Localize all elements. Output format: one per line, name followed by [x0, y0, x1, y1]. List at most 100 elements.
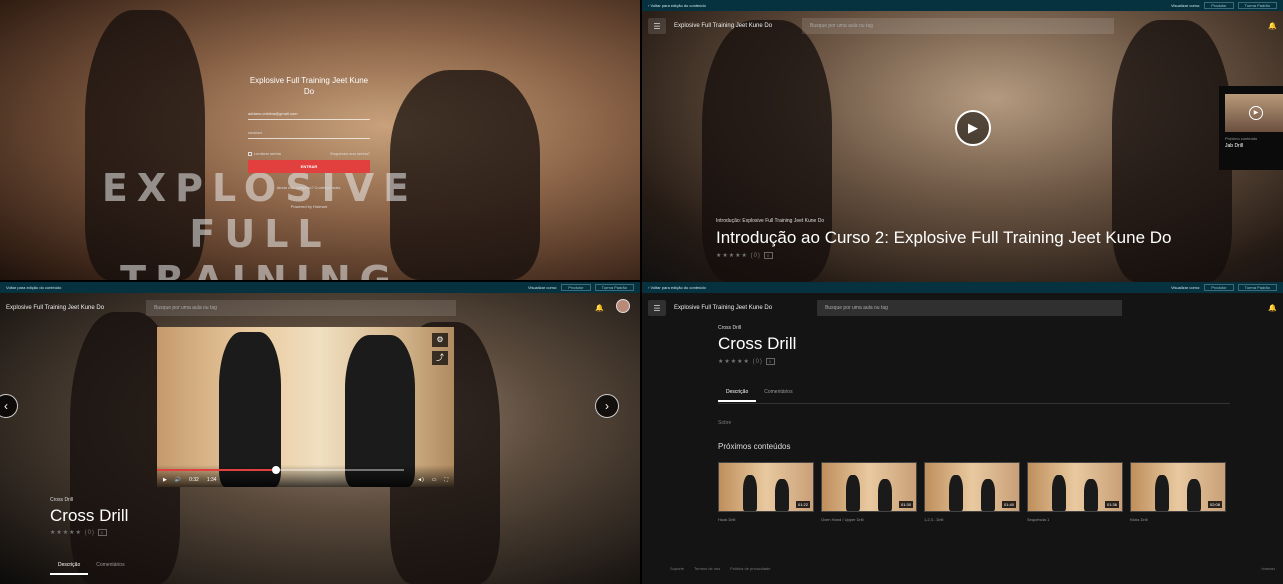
powered-by: Powered by Hotmart: [290, 204, 328, 209]
lesson-tabs: Descrição Comentários: [718, 389, 801, 402]
video-time-total: 1:34: [206, 477, 217, 483]
next-contents-heading: Próximos conteúdos: [718, 442, 791, 451]
content-thumbnail: 01:40: [924, 462, 1020, 512]
chevron-right-icon[interactable]: ›: [595, 394, 619, 418]
next-content-label: Próximo conteúdo: [1225, 136, 1258, 141]
class-select[interactable]: Turma Padrão: [594, 284, 634, 291]
content-thumbnail: 01:22: [718, 462, 814, 512]
captions-icon[interactable]: ▭: [432, 477, 437, 483]
login-course-title: Explosive Full Training Jeet Kune Do: [249, 76, 369, 96]
tab-comments[interactable]: Comentários: [88, 562, 132, 575]
footer: Suporte Termos de uso Política de privac…: [670, 566, 1275, 571]
view-as-label: Visualizar como:: [1170, 3, 1201, 8]
rating-count: (0): [750, 253, 761, 259]
back-link[interactable]: ‹ Voltar para edição do conteúdo: [648, 285, 706, 290]
search-input[interactable]: Busque por uma aula ou tag: [802, 18, 1115, 34]
view-as-label: Visualizar como:: [527, 285, 558, 290]
lesson-title: Cross Drill: [718, 334, 797, 353]
remember-checkbox[interactable]: Lembrar senha: [248, 151, 281, 156]
next-content-card[interactable]: ▶ Próximo conteúdo Jab Drill: [1219, 86, 1283, 170]
password-field[interactable]: ••••••••••: [248, 130, 370, 139]
menu-icon[interactable]: ☰: [648, 300, 666, 316]
volume-icon[interactable]: 🔊: [175, 477, 181, 483]
module-name: Cross Drill: [718, 325, 742, 331]
rating-stars[interactable]: ★★★★★ (0) 0: [718, 358, 776, 365]
content-thumbnail: 01:30: [821, 462, 917, 512]
fullscreen-icon[interactable]: ⛶: [444, 477, 448, 483]
preview-topbar: ‹ Voltar para edição do conteúdo Visuali…: [642, 282, 1283, 293]
content-card[interactable]: 01:40 1,2,3 - Drill: [924, 462, 1020, 522]
hero-title-line-2: TRAINING JKD: [120, 258, 400, 280]
rating-count: (0): [84, 530, 95, 536]
rating-stars[interactable]: ★★★★★ (0) 0: [50, 529, 108, 536]
duration-badge: 01:30: [898, 501, 913, 508]
comments-count: 0: [765, 358, 776, 365]
view-as-select[interactable]: Produtor: [561, 284, 591, 291]
login-form: Explosive Full Training Jeet Kune Do adr…: [248, 75, 370, 209]
footer-terms-link[interactable]: Termos de uso: [694, 566, 720, 571]
content-card[interactable]: 02:08 Kicks Drill: [1130, 462, 1226, 522]
play-icon[interactable]: ▶: [955, 110, 991, 146]
comments-count: 0: [97, 529, 108, 536]
content-card[interactable]: 01:36 Sequência 1: [1027, 462, 1123, 522]
email-field[interactable]: adriano.cristina@gmail.com: [248, 111, 370, 120]
next-content-thumbnail: ▶: [1225, 94, 1283, 132]
stars-icon: ★★★★★: [718, 359, 750, 365]
tab-comments[interactable]: Comentários: [756, 389, 800, 402]
avatar[interactable]: [616, 299, 630, 313]
footer-support-link[interactable]: Suporte: [670, 566, 684, 571]
course-name: Explosive Full Training Jeet Kune Do: [6, 305, 105, 311]
content-thumbnail: 02:08: [1130, 462, 1226, 512]
view-as-select[interactable]: Produtor: [1204, 284, 1234, 291]
next-contents-list: 01:22 Hook Drill 01:30 Oven Hand / Upper D…: [718, 462, 1226, 522]
video-progress-bar[interactable]: [157, 466, 404, 474]
play-icon[interactable]: ▶: [163, 477, 167, 483]
forgot-password-link[interactable]: Esqueceu sua senha?: [330, 151, 370, 156]
content-card[interactable]: 01:30 Oven Hand / Upper Drill: [821, 462, 917, 522]
search-input[interactable]: Busque por uma aula ou tag: [817, 300, 1123, 316]
duration-badge: 01:22: [795, 501, 810, 508]
stars-icon: ★★★★★: [716, 253, 748, 259]
back-label: Voltar para edição do conteúdo: [650, 285, 706, 290]
back-link[interactable]: ‹ Voltar para edição do conteúdo: [648, 3, 706, 8]
tab-description[interactable]: Descrição: [50, 562, 89, 575]
content-card[interactable]: 01:22 Hook Drill: [718, 462, 814, 522]
module-name: Introdução: Explosive Full Training Jeet…: [716, 218, 825, 224]
login-panel: EXPLOSIVE FULL TRAINING JKD Explosive Fu…: [0, 0, 640, 280]
video-player[interactable]: ⚙ ⤴ ▶ 🔊 0:32 1:34 ◄) ▭ ⛶: [157, 327, 454, 487]
bell-icon[interactable]: 🔔: [595, 304, 604, 312]
share-icon[interactable]: ⤴: [432, 351, 448, 365]
checkbox-icon: [248, 151, 252, 156]
intro-panel: ‹ Voltar para edição do conteúdo Visuali…: [642, 0, 1283, 282]
class-select[interactable]: Turma Padrão: [1237, 2, 1277, 9]
course-header: ☰ Explosive Full Training Jeet Kune Do B…: [642, 293, 1283, 323]
footer-brand-logo: hotmart: [1261, 566, 1275, 571]
login-button[interactable]: ENTRAR: [248, 160, 370, 173]
class-select[interactable]: Turma Padrão: [1237, 284, 1277, 291]
lesson-title: Cross Drill: [50, 506, 129, 525]
chevron-left-icon[interactable]: ‹: [0, 394, 18, 418]
tab-description[interactable]: Descrição: [718, 389, 757, 402]
volume-icon[interactable]: ◄): [417, 477, 424, 483]
search-input[interactable]: Busque por uma aula ou tag: [146, 300, 457, 316]
course-header: ☰ Explosive Full Training Jeet Kune Do B…: [642, 11, 1283, 41]
video-time-current: 0:32: [189, 477, 199, 483]
course-header: Explosive Full Training Jeet Kune Do Bus…: [0, 293, 640, 323]
bell-icon[interactable]: 🔔: [1268, 22, 1277, 30]
view-as-select[interactable]: Produtor: [1204, 2, 1234, 9]
video-progress-knob[interactable]: [271, 466, 280, 474]
login-options-row: Lembrar senha Esqueceu sua senha?: [248, 151, 370, 156]
footer-privacy-link[interactable]: Política de privacidade: [730, 566, 770, 571]
settings-icon[interactable]: ⚙: [432, 333, 448, 347]
course-name: Explosive Full Training Jeet Kune Do: [674, 23, 773, 29]
content-thumbnail: 01:36: [1027, 462, 1123, 512]
content-title: Kicks Drill: [1130, 517, 1148, 522]
signup-link[interactable]: Ainda não comprou? Conheça mais.: [248, 185, 370, 190]
menu-icon[interactable]: ☰: [648, 18, 666, 34]
back-link[interactable]: Voltar para edição do conteúdo: [6, 285, 61, 290]
bell-icon[interactable]: 🔔: [1268, 304, 1277, 312]
tabs-divider: [718, 403, 1230, 404]
video-progress-fill: [157, 469, 276, 471]
description-text: Sobre: [718, 420, 732, 426]
rating-stars[interactable]: ★★★★★ (0) 0: [716, 252, 774, 259]
